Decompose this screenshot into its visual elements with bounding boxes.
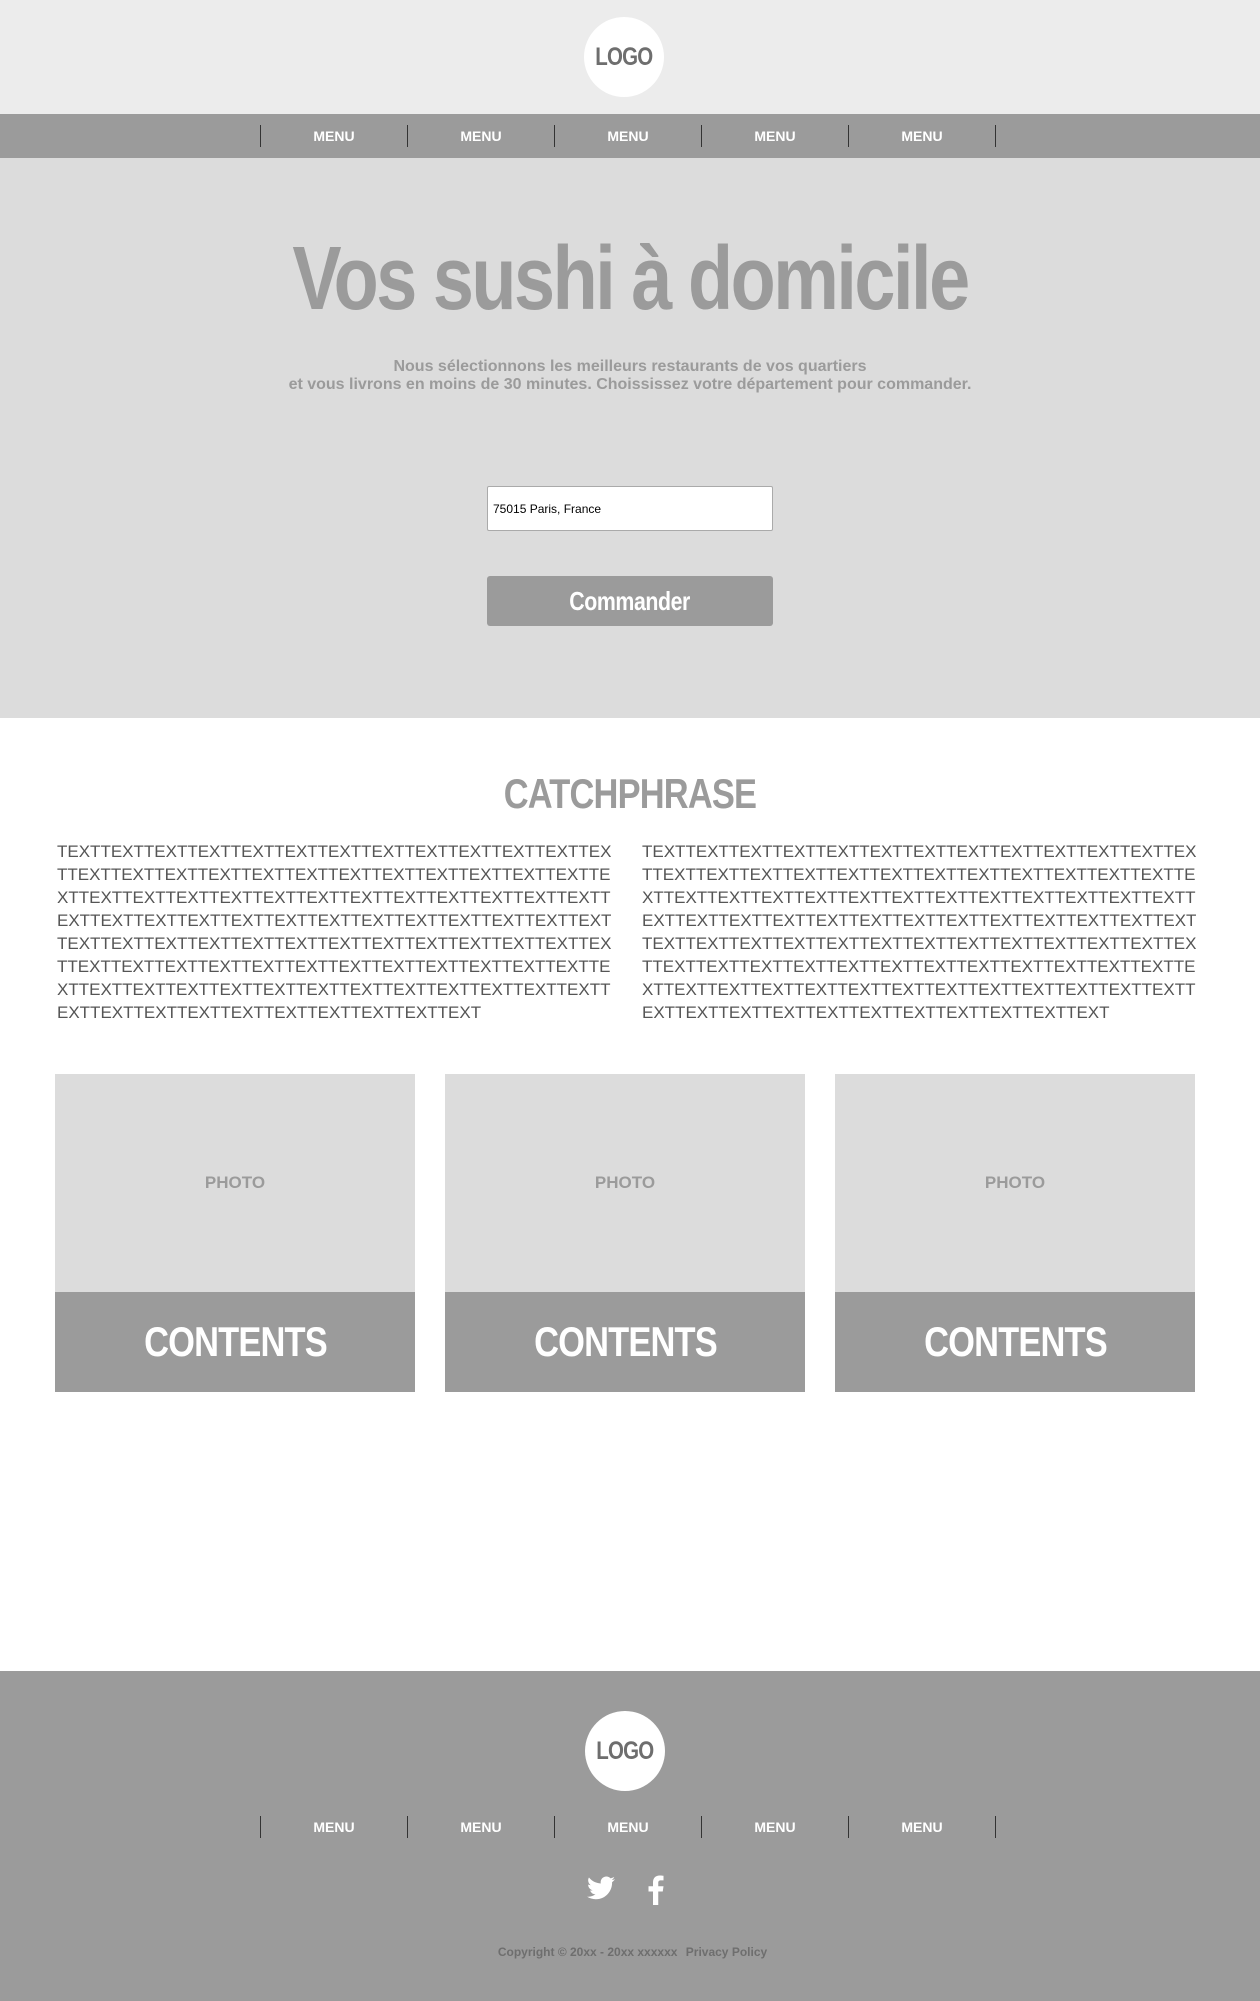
nav-menu-item-2[interactable]: MENU — [408, 114, 554, 158]
footer-logo-text: LOGO — [596, 1736, 654, 1765]
card-photo-placeholder: PHOTO — [835, 1074, 1195, 1292]
content-card-2[interactable]: PHOTO CONTENTS — [445, 1074, 805, 1392]
address-input[interactable] — [487, 486, 773, 531]
facebook-icon — [648, 1875, 664, 1905]
hero-subtitle: Nous sélectionnons les meilleurs restaur… — [0, 358, 1260, 394]
nav-menu-item-4[interactable]: MENU — [702, 114, 848, 158]
card-photo-placeholder: PHOTO — [445, 1074, 805, 1292]
footer-menu-item-4[interactable]: MENU — [702, 1815, 848, 1839]
twitter-link[interactable] — [586, 1873, 616, 1903]
nav-divider — [995, 1816, 996, 1838]
main-nav: MENU MENU MENU MENU MENU — [0, 114, 1260, 158]
nav-divider — [995, 125, 996, 147]
twitter-icon — [587, 1876, 615, 1900]
hero-subtitle-line-2: et vous livrons en moins de 30 minutes. … — [288, 376, 972, 393]
hero-subtitle-line-1: Nous sélectionnons les meilleurs restaur… — [393, 358, 867, 375]
hero-title: Vos sushi à domicile — [292, 229, 970, 329]
main-nav-menu: MENU MENU MENU MENU MENU — [260, 114, 996, 158]
header-logo-text: LOGO — [595, 42, 653, 71]
footer-menu-item-3[interactable]: MENU — [555, 1815, 701, 1839]
header-logo[interactable]: LOGO — [584, 17, 664, 97]
content-card-3[interactable]: PHOTO CONTENTS — [835, 1074, 1195, 1392]
text-column-left: TEXTTEXTTEXTTEXTTEXTTEXTTEXTTEXTTEXTTEXT… — [57, 842, 612, 1022]
site-footer: LOGO MENU MENU MENU MENU MENU Copyright … — [0, 1671, 1260, 2001]
content-card-1[interactable]: PHOTO CONTENTS — [55, 1074, 415, 1392]
facebook-link[interactable] — [645, 1873, 667, 1907]
nav-menu-item-1[interactable]: MENU — [261, 114, 407, 158]
card-caption-text: CONTENTS — [143, 1318, 328, 1365]
card-caption-text: CONTENTS — [923, 1318, 1108, 1365]
privacy-policy-link[interactable]: Privacy Policy — [686, 1945, 767, 1959]
copyright-text: Copyright © 20xx - 20xx xxxxxx — [497, 1945, 678, 1959]
card-caption: CONTENTS — [835, 1292, 1195, 1392]
card-caption-text: CONTENTS — [533, 1318, 718, 1365]
order-button[interactable]: Commander — [487, 576, 773, 626]
footer-menu-item-2[interactable]: MENU — [408, 1815, 554, 1839]
footer-nav-menu: MENU MENU MENU MENU MENU — [260, 1815, 996, 1839]
card-photo-placeholder: PHOTO — [55, 1074, 415, 1292]
nav-menu-item-5[interactable]: MENU — [849, 114, 995, 158]
order-button-label: Commander — [569, 585, 691, 616]
footer-menu-item-1[interactable]: MENU — [261, 1815, 407, 1839]
footer-logo[interactable]: LOGO — [585, 1711, 665, 1791]
nav-menu-item-3[interactable]: MENU — [555, 114, 701, 158]
text-column-right: TEXTTEXTTEXTTEXTTEXTTEXTTEXTTEXTTEXTTEXT… — [642, 842, 1197, 1022]
hero-section: Vos sushi à domicile Nous sélectionnons … — [0, 158, 1260, 718]
catchphrase-heading: CATCHPHRASE — [0, 770, 1260, 818]
catchphrase-text: CATCHPHRASE — [503, 770, 757, 817]
card-caption: CONTENTS — [55, 1292, 415, 1392]
card-caption: CONTENTS — [445, 1292, 805, 1392]
site-header: LOGO — [0, 0, 1260, 114]
footer-menu-item-5[interactable]: MENU — [849, 1815, 995, 1839]
copyright-bar: Copyright © 20xx - 20xx xxxxxx Privacy P… — [0, 1945, 1260, 1959]
